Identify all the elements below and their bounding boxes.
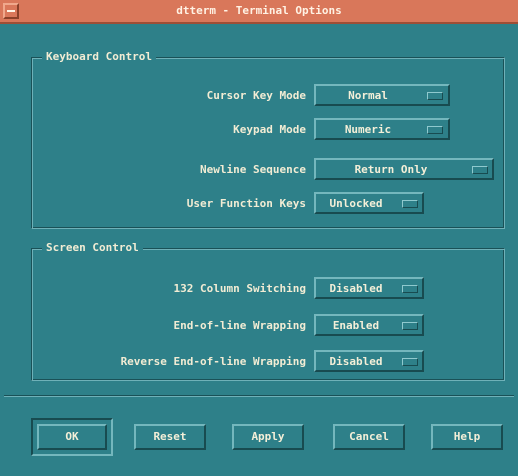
reverse-eol-wrapping-option[interactable]: Disabled [314, 350, 424, 372]
reverse-eol-wrapping-value: Disabled [329, 355, 383, 368]
keypad-mode-label: Keypad Mode [233, 123, 306, 136]
keyboard-control-legend: Keyboard Control [42, 50, 156, 63]
eol-wrapping-value: Enabled [332, 319, 380, 332]
user-function-keys-option[interactable]: Unlocked [314, 192, 424, 214]
keypad-mode-option[interactable]: Numeric [314, 118, 450, 140]
cursor-key-mode-label: Cursor Key Mode [206, 89, 306, 102]
option-menu-indicator-icon [427, 92, 443, 100]
reset-button[interactable]: Reset [134, 424, 206, 450]
option-menu-indicator-icon [472, 166, 488, 174]
keypad-mode-value: Numeric [344, 123, 392, 136]
column-switching-option[interactable]: Disabled [314, 277, 424, 299]
ok-button[interactable]: OK [37, 424, 107, 450]
eol-wrapping-option[interactable]: Enabled [314, 314, 424, 336]
user-function-keys-label: User Function Keys [186, 197, 306, 210]
help-button[interactable]: Help [431, 424, 503, 450]
reverse-eol-wrapping-label: Reverse End-of-line Wrapping [120, 355, 306, 368]
column-switching-value: Disabled [329, 282, 383, 295]
cancel-button[interactable]: Cancel [333, 424, 405, 450]
action-area-separator [4, 395, 514, 397]
newline-sequence-option[interactable]: Return Only [314, 158, 494, 180]
newline-sequence-value: Return Only [354, 163, 428, 176]
screen-control-legend: Screen Control [42, 241, 143, 254]
apply-button[interactable]: Apply [232, 424, 304, 450]
title-bar[interactable]: dtterm - Terminal Options [0, 0, 518, 24]
option-menu-indicator-icon [402, 200, 418, 208]
option-menu-indicator-icon [427, 126, 443, 134]
window-title: dtterm - Terminal Options [176, 4, 342, 17]
user-function-keys-value: Unlocked [329, 197, 383, 210]
option-menu-indicator-icon [402, 285, 418, 293]
cursor-key-mode-value: Normal [348, 89, 388, 102]
option-menu-indicator-icon [402, 358, 418, 366]
column-switching-label: 132 Column Switching [173, 282, 306, 295]
option-menu-indicator-icon [402, 322, 418, 330]
newline-sequence-label: Newline Sequence [200, 163, 306, 176]
eol-wrapping-label: End-of-line Wrapping [173, 319, 306, 332]
cursor-key-mode-option[interactable]: Normal [314, 84, 450, 106]
